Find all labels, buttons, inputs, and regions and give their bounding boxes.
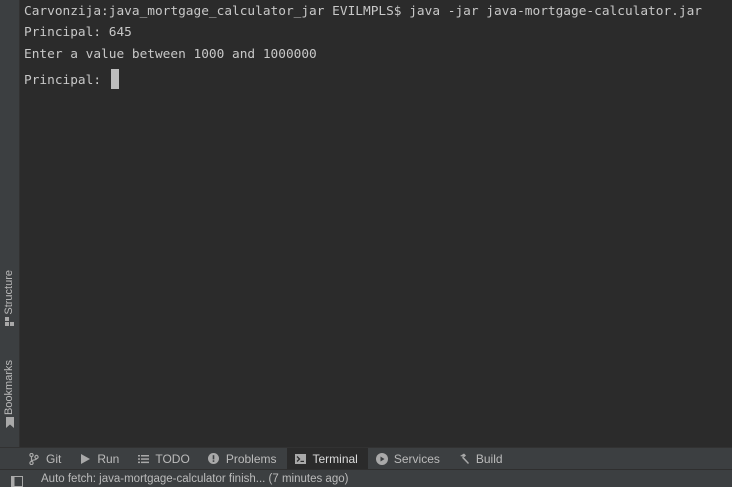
todo-list-icon xyxy=(137,453,149,465)
left-tool-strip: Structure Bookmarks xyxy=(0,0,20,447)
tab-todo[interactable]: TODO xyxy=(129,448,199,470)
tab-problems-label: Problems xyxy=(225,451,277,466)
terminal-icon xyxy=(295,453,307,465)
tab-services[interactable]: Services xyxy=(368,448,450,470)
services-icon xyxy=(375,452,388,465)
tab-problems[interactable]: Problems xyxy=(200,448,287,470)
terminal-command-line: Carvonzija:java_mortgage_calculator_jar … xyxy=(24,4,702,19)
toggle-tool-windows-icon[interactable] xyxy=(11,474,23,487)
terminal-panel[interactable]: Carvonzija:java_mortgage_calculator_jar … xyxy=(20,0,732,447)
git-branch-icon xyxy=(28,452,40,465)
bookmarks-tab-label: Bookmarks xyxy=(3,360,15,416)
tab-todo-label: TODO xyxy=(155,451,190,466)
tool-window-bar: Git Run TODO Problems Terminal Services … xyxy=(0,447,732,470)
status-bar: Auto fetch: java-mortgage-calculator fin… xyxy=(0,469,732,487)
terminal-cursor xyxy=(110,69,119,89)
terminal-prompt-line[interactable]: Principal: xyxy=(24,69,119,89)
tab-git-label: Git xyxy=(46,451,62,466)
structure-tool-tab[interactable]: Structure xyxy=(0,270,19,329)
terminal-prompt-text: Principal: xyxy=(24,73,109,88)
bookmark-icon xyxy=(0,415,19,429)
tab-run[interactable]: Run xyxy=(71,448,129,470)
terminal-output-line: Principal: 645 xyxy=(24,25,132,40)
bookmarks-tool-tab[interactable]: Bookmarks xyxy=(0,360,19,429)
structure-icon xyxy=(0,315,19,329)
tab-build[interactable]: Build xyxy=(450,448,513,470)
tab-terminal[interactable]: Terminal xyxy=(286,447,368,470)
run-icon xyxy=(79,453,91,465)
terminal-output-line: Enter a value between 1000 and 1000000 xyxy=(24,47,317,62)
problems-icon xyxy=(208,453,220,465)
tab-build-label: Build xyxy=(475,451,503,466)
structure-tab-label: Structure xyxy=(3,270,15,315)
tab-git[interactable]: Git xyxy=(20,448,71,470)
hammer-icon xyxy=(458,453,470,465)
tab-run-label: Run xyxy=(97,451,120,466)
tab-terminal-label: Terminal xyxy=(312,451,358,466)
tab-services-label: Services xyxy=(393,451,440,466)
status-message[interactable]: Auto fetch: java-mortgage-calculator fin… xyxy=(41,473,348,485)
ide-window: Structure Bookmarks Carvonzija:java_mort… xyxy=(0,0,732,487)
